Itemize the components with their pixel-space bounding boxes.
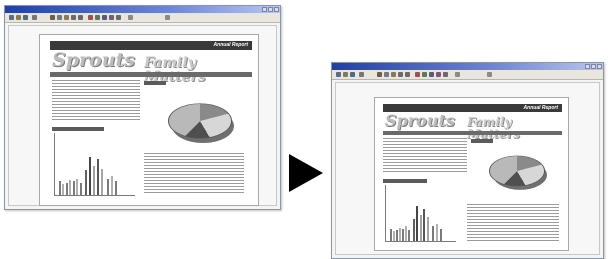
- minimize-button[interactable]: [262, 7, 267, 12]
- print-icon[interactable]: [359, 72, 364, 77]
- help-icon[interactable]: [165, 15, 170, 20]
- body-text: [144, 153, 244, 195]
- bar: [69, 180, 71, 195]
- bar: [85, 170, 87, 195]
- zoom-icon[interactable]: [455, 72, 460, 77]
- bar: [405, 226, 407, 241]
- bar-chart: [385, 185, 456, 242]
- bar: [80, 182, 82, 195]
- bar: [73, 181, 75, 195]
- bar-chart-title: [52, 127, 104, 131]
- body-text: [467, 204, 559, 242]
- bar: [393, 230, 395, 241]
- save-icon[interactable]: [23, 15, 28, 20]
- redo-icon[interactable]: [405, 72, 410, 77]
- cut-icon[interactable]: [50, 15, 55, 20]
- paste-icon[interactable]: [64, 15, 69, 20]
- bar: [416, 206, 418, 241]
- bar: [59, 181, 61, 195]
- copy-icon[interactable]: [384, 72, 389, 77]
- bar: [111, 176, 113, 195]
- bar: [390, 228, 392, 241]
- zoom-icon[interactable]: [128, 15, 133, 20]
- pie-chart: [489, 155, 545, 187]
- toolbar: [5, 13, 280, 23]
- window-before: Annual Report Sprouts Family Matters: [4, 5, 281, 210]
- paste-icon[interactable]: [391, 72, 396, 77]
- undo-icon[interactable]: [398, 72, 403, 77]
- cut-icon[interactable]: [377, 72, 382, 77]
- draw-icon[interactable]: [109, 15, 114, 20]
- header-text: Annual Report: [213, 42, 248, 48]
- font-color-icon[interactable]: [415, 72, 420, 77]
- document-page: Annual Report Sprouts Family Matters: [39, 34, 259, 206]
- new-doc-icon[interactable]: [9, 15, 14, 20]
- print-icon[interactable]: [32, 15, 37, 20]
- save-icon[interactable]: [350, 72, 355, 77]
- text-box-icon[interactable]: [443, 72, 448, 77]
- tagline-text: Family Matters: [467, 115, 520, 140]
- pie-caption: [471, 139, 493, 143]
- body-text: [52, 80, 140, 122]
- bar-chart-title: [383, 179, 427, 183]
- bar: [423, 208, 425, 241]
- font-color-icon[interactable]: [88, 15, 93, 20]
- undo-icon[interactable]: [71, 15, 76, 20]
- copy-icon[interactable]: [57, 15, 62, 20]
- logo-text: Sprouts: [385, 111, 455, 130]
- fill-color-icon[interactable]: [95, 15, 100, 20]
- title-bar: [332, 63, 603, 70]
- bar: [62, 183, 64, 195]
- bar: [396, 229, 398, 241]
- bar: [101, 168, 103, 195]
- right-arrow-icon: [289, 154, 323, 192]
- minimize-button[interactable]: [585, 64, 590, 69]
- redo-icon[interactable]: [78, 15, 83, 20]
- header-text: Annual Report: [523, 105, 558, 111]
- new-doc-icon[interactable]: [336, 72, 341, 77]
- bar: [107, 178, 109, 195]
- bar: [413, 218, 415, 241]
- pie-chart: [168, 103, 232, 139]
- bar: [432, 226, 434, 241]
- bar: [420, 215, 422, 241]
- draw-icon[interactable]: [436, 72, 441, 77]
- bar-chart: [54, 133, 135, 196]
- bar: [440, 228, 442, 241]
- close-button[interactable]: [274, 7, 279, 12]
- title-bar: [5, 6, 280, 13]
- bar: [115, 181, 117, 195]
- tagline-text: Family Matters: [144, 55, 206, 85]
- text-box-icon[interactable]: [116, 15, 121, 20]
- sub-banner: [50, 72, 252, 77]
- bar: [97, 159, 99, 195]
- logo-text: Sprouts: [52, 49, 135, 71]
- document-area: Annual Report Sprouts Family Matters: [335, 82, 600, 255]
- close-button[interactable]: [597, 64, 602, 69]
- bar: [66, 182, 68, 195]
- sub-banner: [383, 131, 562, 135]
- bar: [427, 217, 429, 241]
- fill-color-icon[interactable]: [422, 72, 427, 77]
- maximize-button[interactable]: [268, 7, 273, 12]
- line-color-icon[interactable]: [102, 15, 107, 20]
- body-text: [383, 138, 467, 174]
- bar: [402, 228, 404, 241]
- line-color-icon[interactable]: [429, 72, 434, 77]
- pie-caption: [144, 81, 166, 85]
- bar: [399, 227, 401, 241]
- maximize-button[interactable]: [591, 64, 596, 69]
- open-folder-icon[interactable]: [343, 72, 348, 77]
- bar: [436, 224, 438, 241]
- bar: [76, 178, 78, 195]
- window-after: Annual Report Sprouts Family Matters: [331, 62, 604, 259]
- open-folder-icon[interactable]: [16, 15, 21, 20]
- document-page: Annual Report Sprouts Family Matters: [374, 97, 569, 251]
- help-icon[interactable]: [487, 72, 492, 77]
- document-area: Annual Report Sprouts Family Matters: [8, 25, 277, 206]
- bar: [93, 166, 95, 195]
- bar: [408, 229, 410, 241]
- toolbar: [332, 70, 603, 80]
- bar: [89, 156, 91, 195]
